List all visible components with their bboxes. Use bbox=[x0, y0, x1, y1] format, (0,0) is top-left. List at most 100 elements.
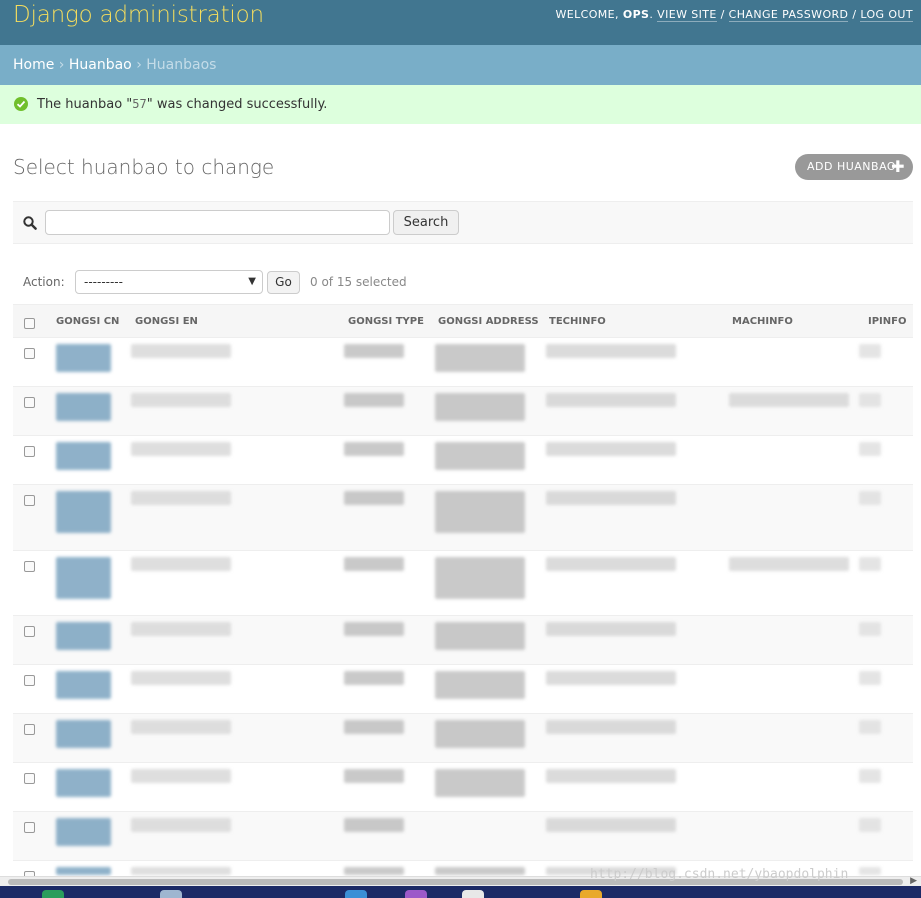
obscured-cell bbox=[435, 720, 525, 748]
search-input[interactable] bbox=[45, 210, 390, 235]
table-row[interactable] bbox=[13, 338, 913, 387]
message-text-after: " was changed successfully. bbox=[146, 97, 328, 112]
table-row[interactable] bbox=[13, 763, 913, 812]
view-site-link[interactable]: VIEW SITE bbox=[657, 8, 717, 22]
taskbar-app-icon[interactable] bbox=[405, 890, 427, 898]
go-button[interactable]: Go bbox=[267, 271, 300, 294]
column-header-gongsi-cn[interactable]: GONGSI CN bbox=[56, 305, 119, 339]
obscured-cell bbox=[344, 344, 404, 358]
breadcrumb-home[interactable]: Home bbox=[13, 57, 54, 73]
taskbar-app-icon[interactable] bbox=[462, 890, 484, 898]
breadcrumb-app[interactable]: Huanbao bbox=[69, 57, 132, 73]
obscured-cell bbox=[344, 720, 404, 734]
column-header-gongsi-type[interactable]: GONGSI TYPE bbox=[348, 305, 424, 339]
row-checkbox[interactable] bbox=[24, 561, 35, 572]
table-row[interactable] bbox=[13, 812, 913, 861]
logout-link[interactable]: LOG OUT bbox=[860, 8, 913, 22]
dropdown-arrow-icon: ▼ bbox=[248, 276, 256, 287]
search-button[interactable]: Search bbox=[393, 210, 459, 235]
obscured-cell bbox=[435, 867, 525, 875]
row-checkbox[interactable] bbox=[24, 626, 35, 637]
obscured-cell bbox=[56, 442, 111, 470]
obscured-cell bbox=[56, 671, 111, 699]
search-toolbar: Search bbox=[13, 201, 913, 244]
column-header-machinfo[interactable]: MACHINFO bbox=[732, 305, 793, 339]
user-tools: WELCOME, OPS. VIEW SITE / CHANGE PASSWOR… bbox=[555, 8, 913, 22]
row-checkbox[interactable] bbox=[24, 822, 35, 833]
scroll-right-arrow-icon[interactable]: ▶ bbox=[910, 876, 917, 886]
taskbar-app-icon[interactable] bbox=[42, 890, 64, 898]
table-row[interactable] bbox=[13, 616, 913, 665]
obscured-cell bbox=[435, 557, 525, 599]
obscured-cell bbox=[546, 557, 676, 571]
obscured-cell bbox=[729, 557, 849, 571]
obscured-cell bbox=[56, 344, 111, 372]
obscured-cell bbox=[546, 344, 676, 358]
obscured-cell bbox=[859, 442, 881, 456]
column-header-gongsi-address[interactable]: GONGSI ADDRESS bbox=[438, 305, 539, 339]
obscured-cell bbox=[56, 491, 111, 533]
obscured-cell bbox=[859, 867, 881, 875]
row-checkbox[interactable] bbox=[24, 397, 35, 408]
separator: / bbox=[852, 8, 857, 21]
row-checkbox[interactable] bbox=[24, 724, 35, 735]
site-name[interactable]: Django administration bbox=[13, 2, 264, 28]
column-header-ipinfo[interactable]: IPINFO bbox=[868, 305, 906, 339]
success-message: The huanbao "57" was changed successfull… bbox=[0, 85, 921, 124]
obscured-cell bbox=[56, 720, 111, 748]
add-button-label: ADD HUANBAO bbox=[807, 160, 897, 173]
obscured-cell bbox=[131, 344, 231, 358]
table-header: GONGSI CN GONGSI EN GONGSI TYPE GONGSI A… bbox=[13, 304, 913, 338]
breadcrumb-separator: › bbox=[136, 57, 142, 73]
obscured-cell bbox=[56, 769, 111, 797]
separator: / bbox=[720, 8, 725, 21]
obscured-cell bbox=[859, 622, 881, 636]
row-checkbox[interactable] bbox=[24, 495, 35, 506]
table-row[interactable] bbox=[13, 436, 913, 485]
obscured-cell bbox=[56, 393, 111, 421]
row-checkbox[interactable] bbox=[24, 773, 35, 784]
username: OPS bbox=[622, 8, 650, 21]
obscured-cell bbox=[546, 393, 676, 407]
action-select[interactable]: --------- ▼ bbox=[75, 270, 263, 294]
row-checkbox[interactable] bbox=[24, 446, 35, 457]
taskbar-app-icon[interactable] bbox=[160, 890, 182, 898]
action-selected-option: --------- bbox=[84, 275, 123, 289]
table-row[interactable] bbox=[13, 551, 913, 616]
selection-counter: 0 of 15 selected bbox=[310, 275, 407, 289]
table-row[interactable] bbox=[13, 387, 913, 436]
add-huanbao-button[interactable]: ADD HUANBAO ✚ bbox=[795, 154, 913, 180]
change-password-link[interactable]: CHANGE PASSWORD bbox=[728, 8, 849, 22]
select-all-checkbox[interactable] bbox=[24, 318, 35, 329]
actions-bar: Action: --------- ▼ Go 0 of 15 selected bbox=[13, 262, 913, 302]
action-label: Action: bbox=[23, 275, 65, 289]
table-row[interactable] bbox=[13, 665, 913, 714]
obscured-cell bbox=[546, 818, 676, 832]
obscured-cell bbox=[131, 867, 231, 875]
obscured-cell bbox=[131, 671, 231, 685]
row-checkbox[interactable] bbox=[24, 348, 35, 359]
obscured-cell bbox=[729, 393, 849, 407]
message-text-before: The huanbao " bbox=[37, 97, 133, 112]
obscured-cell bbox=[344, 393, 404, 407]
obscured-cell bbox=[859, 818, 881, 832]
row-checkbox[interactable] bbox=[24, 675, 35, 686]
taskbar-app-icon[interactable] bbox=[580, 890, 602, 898]
welcome-text: WELCOME, bbox=[555, 8, 619, 21]
obscured-cell bbox=[546, 442, 676, 456]
success-check-icon bbox=[14, 97, 28, 111]
column-header-gongsi-en[interactable]: GONGSI EN bbox=[135, 305, 198, 339]
obscured-cell bbox=[435, 622, 525, 650]
obscured-cell bbox=[131, 818, 231, 832]
obscured-cell bbox=[344, 491, 404, 505]
table-row[interactable] bbox=[13, 485, 913, 551]
obscured-cell bbox=[131, 393, 231, 407]
obscured-cell bbox=[56, 867, 111, 875]
table-row[interactable] bbox=[13, 714, 913, 763]
column-header-techinfo[interactable]: TECHINFO bbox=[549, 305, 606, 339]
taskbar-app-icon[interactable] bbox=[345, 890, 367, 898]
obscured-cell bbox=[131, 769, 231, 783]
obscured-cell bbox=[435, 393, 525, 421]
obscured-cell bbox=[859, 344, 881, 358]
obscured-cell bbox=[131, 720, 231, 734]
